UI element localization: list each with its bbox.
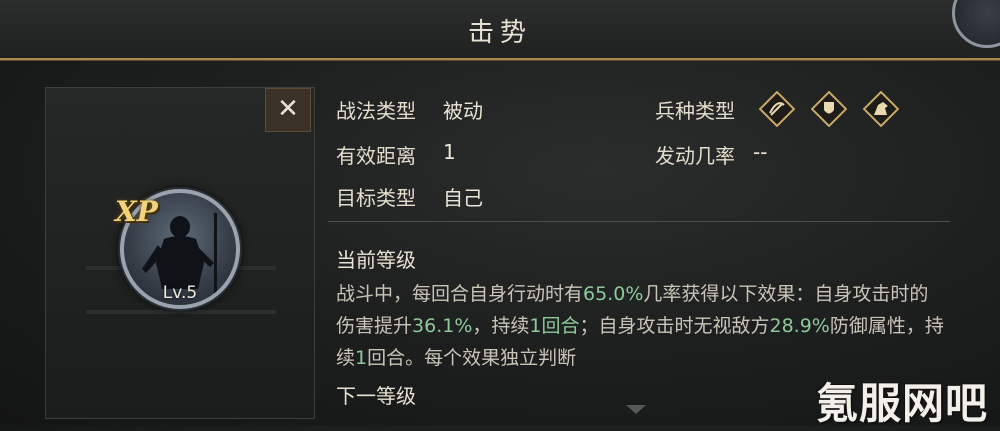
trigger-rate-label: 发动几率 bbox=[655, 144, 735, 168]
unit-type-label: 兵种类型 bbox=[655, 99, 735, 123]
section-divider bbox=[328, 221, 950, 222]
description-text: 战斗中，每回合自身行动时有 bbox=[336, 283, 584, 305]
trigger-rate-value: -- bbox=[753, 140, 768, 164]
scroll-down-icon[interactable] bbox=[626, 405, 646, 414]
shield-icon bbox=[811, 91, 847, 127]
page-title: 击势 bbox=[467, 18, 532, 48]
tactic-type-value: 被动 bbox=[443, 99, 483, 123]
level-label: Lv.5 bbox=[162, 283, 198, 303]
range-label: 有效距离 bbox=[336, 144, 416, 168]
current-level-title: 当前等级 bbox=[336, 248, 416, 272]
next-level-title: 下一等级 bbox=[336, 384, 416, 408]
highlight-value: 28.9% bbox=[769, 315, 830, 337]
range-value: 1 bbox=[443, 140, 456, 164]
description-text: ，持续 bbox=[472, 315, 530, 337]
tactic-type-label: 战法类型 bbox=[336, 99, 416, 123]
target-type-value: 自己 bbox=[443, 186, 483, 210]
xp-label: XP bbox=[115, 195, 158, 228]
title-bar: 击势 bbox=[0, 0, 1000, 60]
cavalry-icon bbox=[863, 91, 899, 127]
target-type-label: 目标类型 bbox=[336, 186, 416, 210]
description-text: 回合。每个效果独立判断 bbox=[367, 347, 577, 369]
current-level-description: 战斗中，每回合自身行动时有65.0%几率获得以下效果：自身攻击时的伤害提升36.… bbox=[336, 278, 946, 374]
highlight-value: 36.1% bbox=[412, 315, 473, 337]
description-text: ；自身攻击时无视敌方 bbox=[579, 315, 770, 337]
highlight-value: 1回合 bbox=[529, 315, 580, 337]
watermark: 氪服网吧 bbox=[816, 379, 989, 428]
highlight-value: 65.0% bbox=[583, 283, 644, 305]
close-button[interactable]: ✕ bbox=[265, 88, 311, 132]
bow-cavalry-icon bbox=[759, 91, 795, 127]
highlight-value: 1 bbox=[355, 347, 368, 369]
